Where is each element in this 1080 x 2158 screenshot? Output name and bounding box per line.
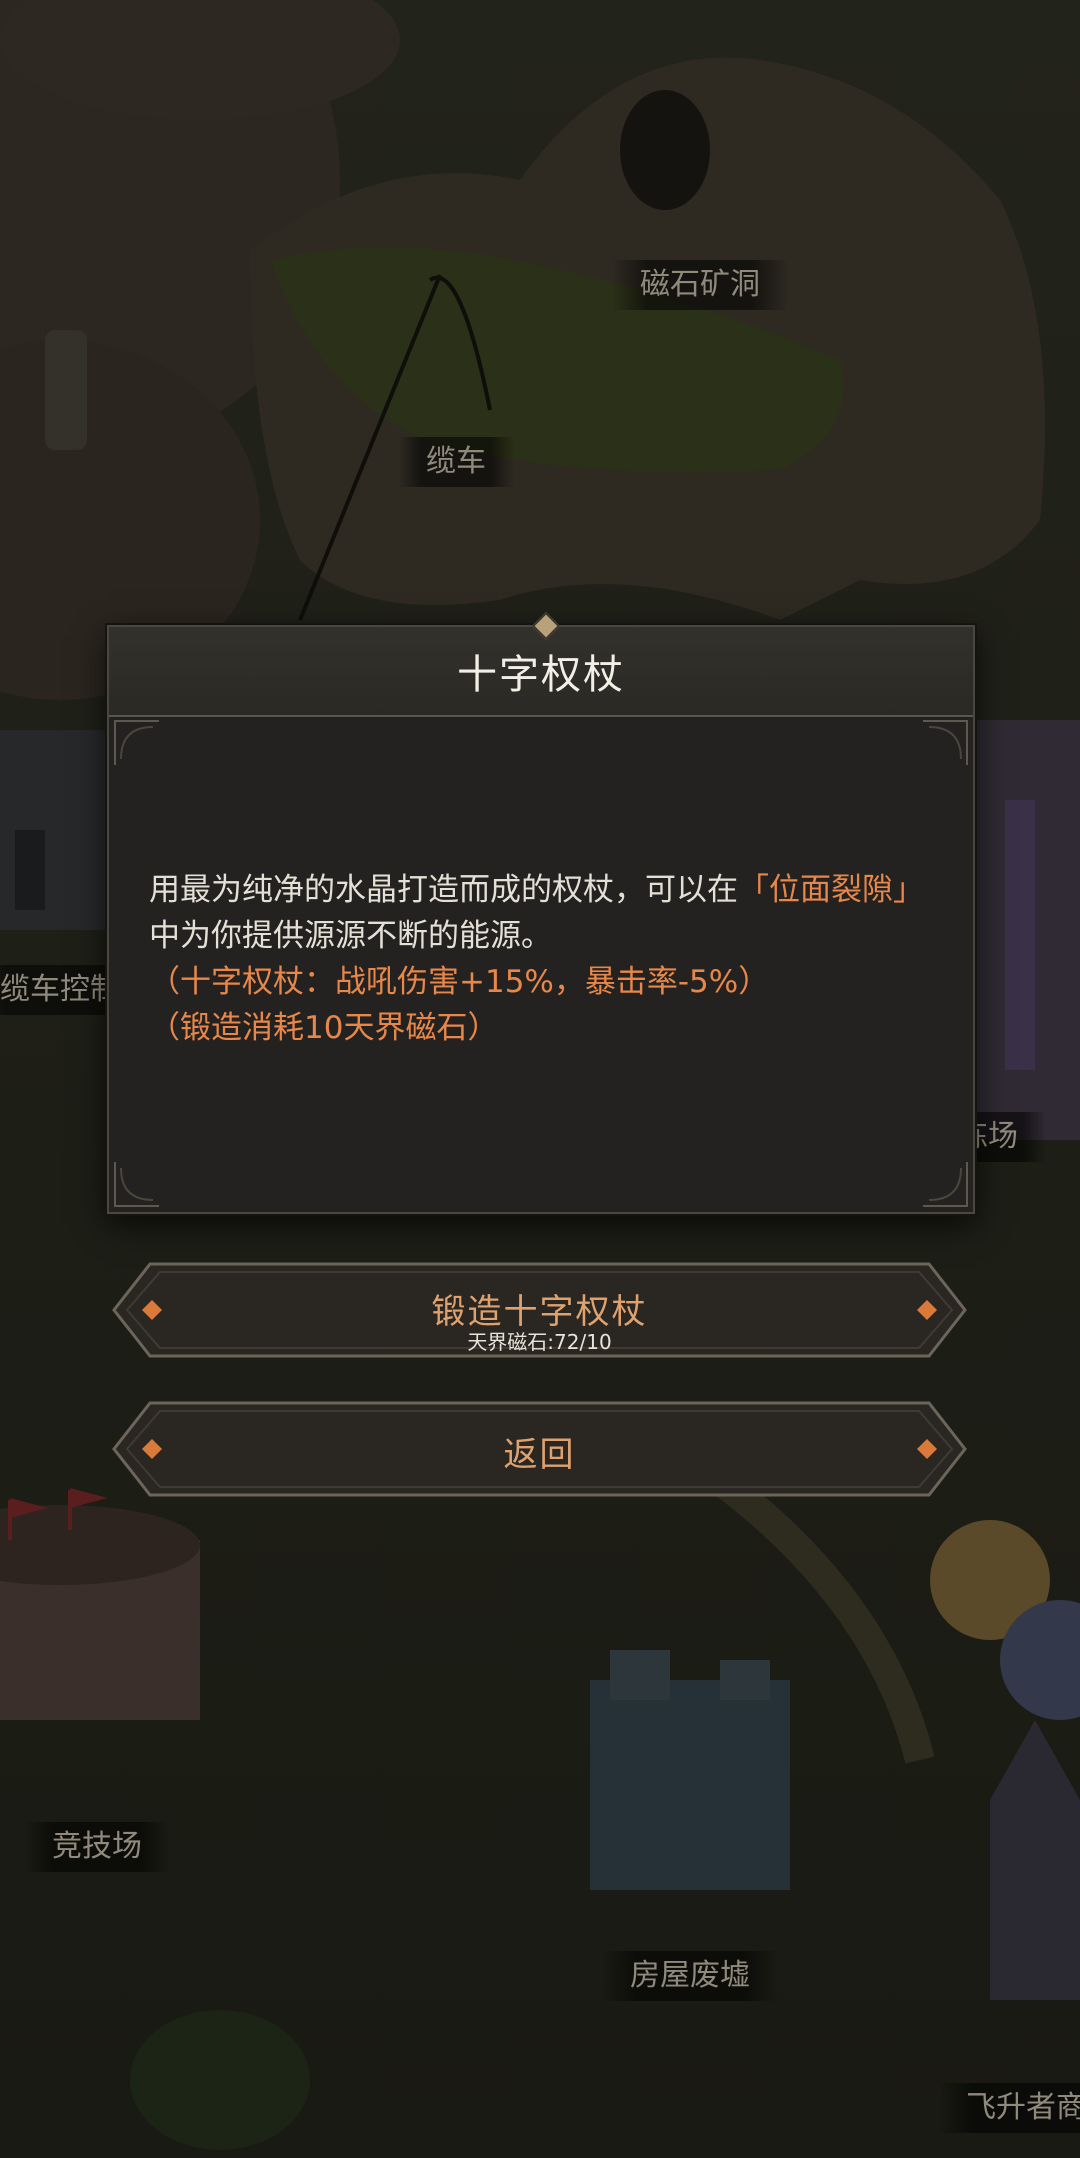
dialog-description: 用最为纯净的水晶打造而成的权杖，可以在「位面裂隙」中为你提供源源不断的能源。 （… bbox=[149, 867, 939, 1051]
forge-cost: （锻造消耗10天界磁石） bbox=[149, 1010, 499, 1046]
back-button[interactable]: 返回 bbox=[112, 1401, 967, 1497]
corner-ornament-icon bbox=[921, 1160, 969, 1208]
forge-resource-count: 天界磁石:72/10 bbox=[467, 1330, 612, 1354]
dialog-title: 十字权杖 bbox=[457, 652, 625, 698]
map-label-magnet-cave[interactable]: 磁石矿洞 bbox=[612, 260, 788, 310]
map-label-house-ruins[interactable]: 房屋废墟 bbox=[602, 1951, 778, 2001]
item-stats: （十字权杖：战吼伤害+15%，暴击率-5%） bbox=[149, 964, 770, 1000]
item-dialog: 十字权杖 用最为纯净的水晶打造而成的权杖，可以在「位面裂隙」中为你提供源源不断的… bbox=[107, 611, 975, 1214]
map-label-cable-car[interactable]: 缆车 bbox=[398, 437, 514, 487]
corner-ornament-icon bbox=[921, 719, 969, 767]
description-text: 用最为纯净的水晶打造而成的权杖，可以在「位面裂隙」中为你提供源源不断的能源。 bbox=[149, 872, 924, 954]
corner-ornament-icon bbox=[113, 719, 161, 767]
corner-ornament-icon bbox=[113, 1160, 161, 1208]
dialog-header: 十字权杖 bbox=[109, 611, 973, 717]
back-button-label: 返回 bbox=[503, 1435, 576, 1475]
forge-button[interactable]: 锻造十字权杖 天界磁石:72/10 bbox=[112, 1262, 967, 1358]
map-label-ascender-shop[interactable]: 飞升者商 bbox=[938, 2083, 1080, 2133]
highlight-location: 「位面裂隙」 bbox=[738, 872, 924, 908]
map-label-arena[interactable]: 竞技场 bbox=[24, 1822, 170, 1872]
